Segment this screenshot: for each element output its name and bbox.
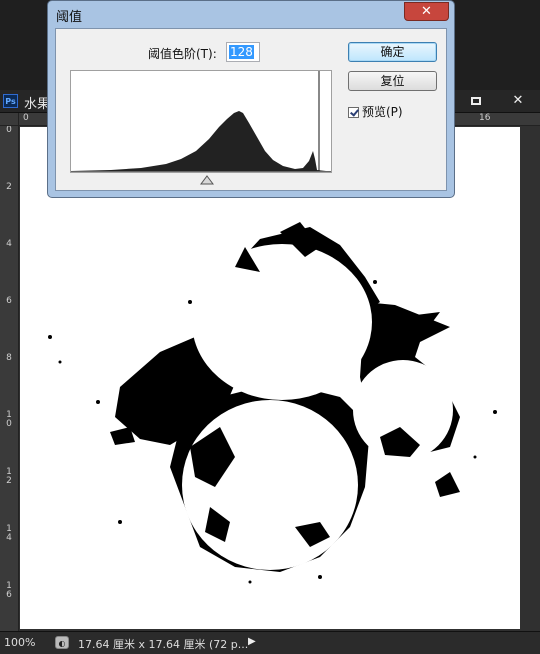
ruler-v-label-2: 2 (6, 182, 12, 192)
status-menu-arrow-icon[interactable]: ▶ (248, 636, 256, 647)
ok-button[interactable]: 确定 (348, 42, 437, 62)
document-size: 17.64 厘米 x 17.64 厘米 (72 p... (78, 638, 249, 651)
ruler-v-label-6: 6 (6, 296, 12, 306)
histogram (70, 70, 332, 173)
close-icon: ✕ (512, 93, 524, 108)
threshold-level-value: 128 (229, 45, 254, 59)
close-window-button[interactable]: ✕ (498, 92, 538, 109)
preview-label: 预览(P) (362, 105, 403, 119)
maximize-button[interactable] (461, 92, 491, 109)
ruler-v-label-12: 12 (6, 467, 12, 486)
dialog-close-button[interactable]: ✕ (404, 2, 449, 21)
ruler-v-label-0: 0 (6, 126, 12, 135)
preview-checkbox[interactable] (348, 107, 359, 118)
ruler-v-label-4: 4 (6, 239, 12, 249)
dialog-title: 阈值 (56, 10, 83, 25)
dialog-body: 阈值色阶(T): 128 确定 复位 预览(P) (55, 28, 447, 191)
vertical-ruler[interactable]: 0 2 4 6 8 10 12 14 16 (0, 126, 19, 631)
zoom-level[interactable]: 100% (4, 636, 35, 649)
threshold-level-label: 阈值色阶(T): (148, 47, 217, 61)
ruler-v-label-8: 8 (6, 353, 12, 363)
ruler-v-label-14: 14 (6, 524, 12, 543)
threshold-dialog: 阈值 ✕ 阈值色阶(T): 128 确定 复位 预览(P) (47, 0, 455, 198)
reset-button[interactable]: 复位 (348, 71, 437, 91)
threshold-level-input[interactable]: 128 (226, 42, 260, 62)
photoshop-icon: Ps (3, 94, 18, 108)
image-canvas[interactable] (20, 127, 520, 629)
threshold-fruit-image (48, 222, 497, 584)
ruler-h-label-0: 0 (23, 113, 29, 123)
ruler-v-label-16: 16 (6, 581, 12, 600)
preview-option[interactable]: 预览(P) (348, 103, 403, 120)
histogram-graph (71, 71, 331, 172)
ruler-corner (0, 113, 19, 126)
ruler-v-label-10: 10 (6, 410, 12, 429)
status-info-icon[interactable]: ◐ (55, 636, 69, 649)
threshold-slider[interactable] (200, 174, 214, 188)
ruler-h-label-16: 16 (479, 113, 491, 123)
status-bar: 100% ◐ 17.64 厘米 x 17.64 厘米 (72 p... ▶ (0, 631, 540, 654)
slider-triangle-icon (200, 175, 214, 185)
maximize-icon (471, 96, 481, 105)
